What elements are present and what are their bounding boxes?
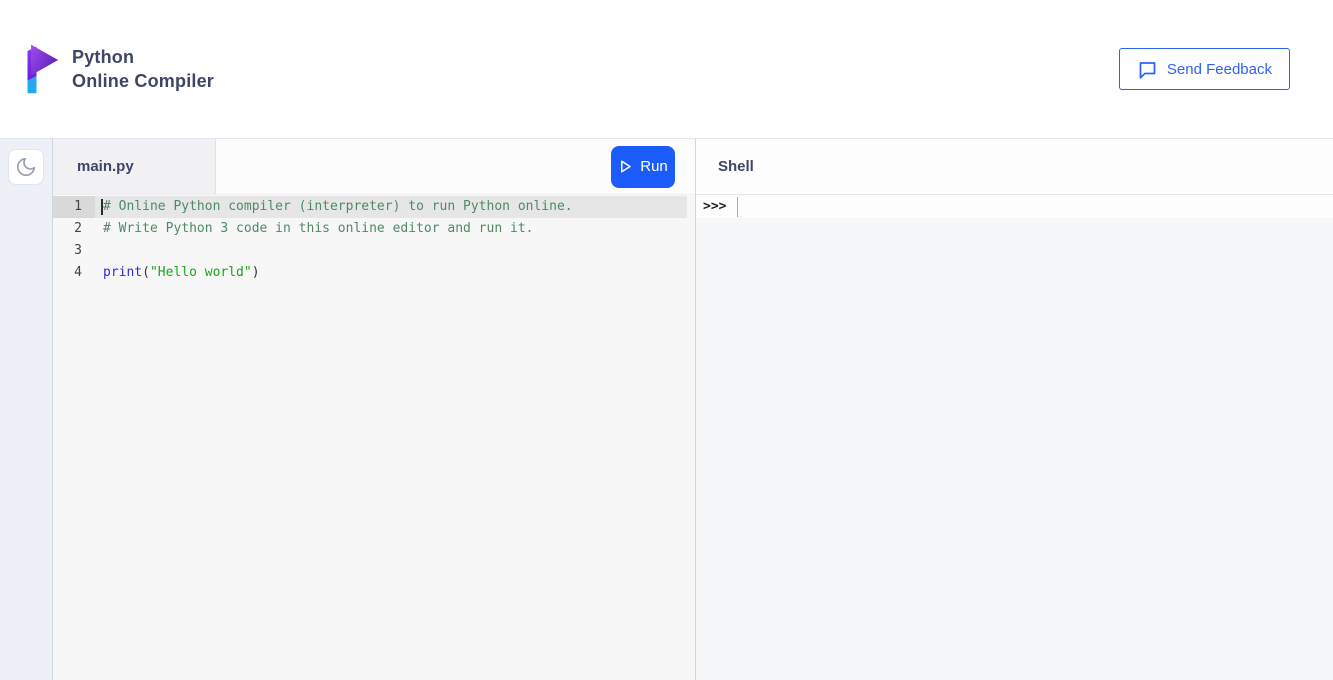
app-logo[interactable]: Python Online Compiler xyxy=(23,44,214,94)
line-content xyxy=(95,240,687,262)
run-button-label: Run xyxy=(640,158,668,175)
shell-cursor xyxy=(737,197,738,217)
chat-bubble-icon xyxy=(1137,59,1158,80)
app-header: Python Online Compiler Send Feedback xyxy=(0,0,1333,139)
shell-output[interactable]: >>> xyxy=(696,195,1333,680)
code-line[interactable]: 2# Write Python 3 code in this online ed… xyxy=(53,218,687,240)
code-line[interactable]: 1# Online Python compiler (interpreter) … xyxy=(53,196,687,218)
shell-title: Shell xyxy=(718,158,754,175)
logo-title-line1: Python xyxy=(72,45,214,69)
logo-title: Python Online Compiler xyxy=(72,45,214,93)
run-button[interactable]: Run xyxy=(611,146,675,188)
send-feedback-label: Send Feedback xyxy=(1167,61,1272,78)
line-content: # Write Python 3 code in this online edi… xyxy=(95,218,687,240)
shell-prompt: >>> xyxy=(703,199,726,214)
theme-toggle-button[interactable] xyxy=(8,149,44,185)
line-number: 2 xyxy=(53,218,95,240)
editor-cursor xyxy=(101,199,103,215)
code-editor[interactable]: 1# Online Python compiler (interpreter) … xyxy=(53,195,695,680)
moon-icon xyxy=(15,156,37,178)
logo-title-line2: Online Compiler xyxy=(72,69,214,93)
shell-panel: Shell >>> xyxy=(696,139,1333,680)
code-line[interactable]: 4print("Hello world") xyxy=(53,262,687,284)
line-number: 3 xyxy=(53,240,95,262)
code-lines: 1# Online Python compiler (interpreter) … xyxy=(53,196,687,284)
sidebar xyxy=(0,139,53,680)
line-content: print("Hello world") xyxy=(95,262,687,284)
shell-prompt-row[interactable]: >>> xyxy=(696,195,1333,218)
tab-main-py[interactable]: main.py xyxy=(53,139,216,194)
editor-panel: main.py Run 1# Online Python compiler (i… xyxy=(53,139,696,680)
send-feedback-button[interactable]: Send Feedback xyxy=(1119,48,1290,90)
code-line[interactable]: 3 xyxy=(53,240,687,262)
shell-header: Shell xyxy=(696,139,1333,195)
line-number: 1 xyxy=(53,196,95,218)
python-compiler-logo-icon xyxy=(23,44,59,94)
line-content: # Online Python compiler (interpreter) t… xyxy=(95,196,687,218)
editor-toolbar: main.py Run xyxy=(53,139,695,195)
workspace: main.py Run 1# Online Python compiler (i… xyxy=(0,139,1333,680)
line-number: 4 xyxy=(53,262,95,284)
play-icon xyxy=(618,159,633,174)
